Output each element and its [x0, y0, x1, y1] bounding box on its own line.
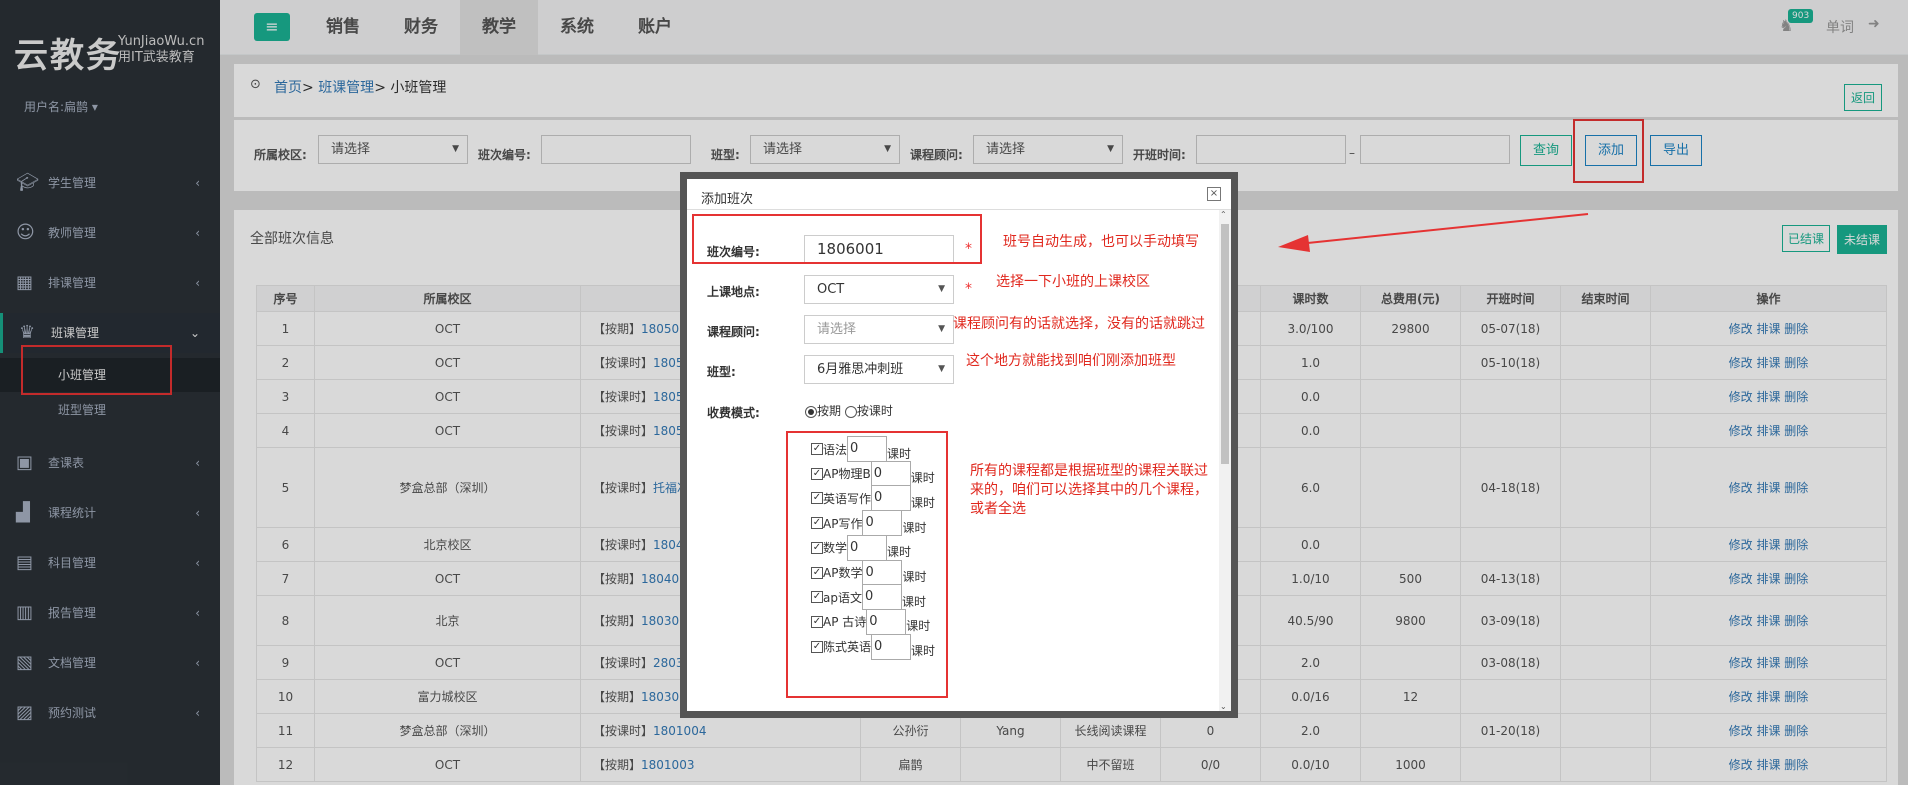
caret-down-icon: ▼: [938, 324, 945, 334]
annotation-class-no: 班号自动生成，也可以手动填写: [1003, 234, 1199, 250]
fee-mode-label: 收费模式:: [707, 406, 760, 420]
dialog-scrollbar[interactable]: ⌃ ⌄: [1219, 210, 1231, 711]
annotation-courses: 所有的课程都是根据班型的课程关联过来的，咱们可以选择其中的几个课程，或者全选: [970, 463, 1208, 517]
scroll-down-icon[interactable]: ⌄: [1220, 702, 1227, 711]
radio-by-hour[interactable]: [844, 405, 857, 418]
advisor-label: 课程顾问:: [707, 325, 760, 339]
close-icon[interactable]: ×: [1207, 187, 1221, 201]
class-type-label: 班型:: [707, 365, 736, 379]
highlight-box-courses: [786, 431, 948, 698]
location-select-value: OCT: [817, 282, 845, 297]
radio-by-term[interactable]: [805, 405, 817, 418]
radio-label: 按课时: [856, 404, 893, 418]
red-arrow: [1278, 213, 1589, 252]
location-select[interactable]: OCT ▼: [804, 275, 954, 304]
class-type-select-value: 6月雅思冲刺班: [817, 362, 904, 377]
annotation-location: 选择一下小班的上课校区: [996, 274, 1150, 290]
fee-mode-group: 按期 按课时: [805, 402, 893, 419]
scrollbar-thumb[interactable]: [1221, 224, 1229, 464]
annotation-class-type: 这个地方就能找到咱们刚添加班型: [966, 353, 1176, 369]
radio-label: 按期: [817, 404, 842, 418]
annotation-advisor: 课程顾问有的话就选择，没有的话就跳过: [953, 316, 1205, 332]
caret-down-icon: ▼: [938, 364, 945, 374]
dialog-title: 添加班次: [701, 192, 754, 207]
caret-down-icon: ▼: [938, 284, 945, 294]
advisor-select-value: 请选择: [817, 322, 857, 337]
advisor-select[interactable]: 请选择 ▼: [804, 315, 954, 344]
highlight-box-class-no: [692, 214, 982, 264]
scroll-up-icon[interactable]: ⌃: [1220, 210, 1227, 219]
dialog-divider: [687, 209, 1231, 210]
required-mark: *: [965, 281, 972, 297]
class-type-select[interactable]: 6月雅思冲刺班 ▼: [804, 355, 954, 384]
location-label: 上课地点:: [707, 285, 760, 299]
